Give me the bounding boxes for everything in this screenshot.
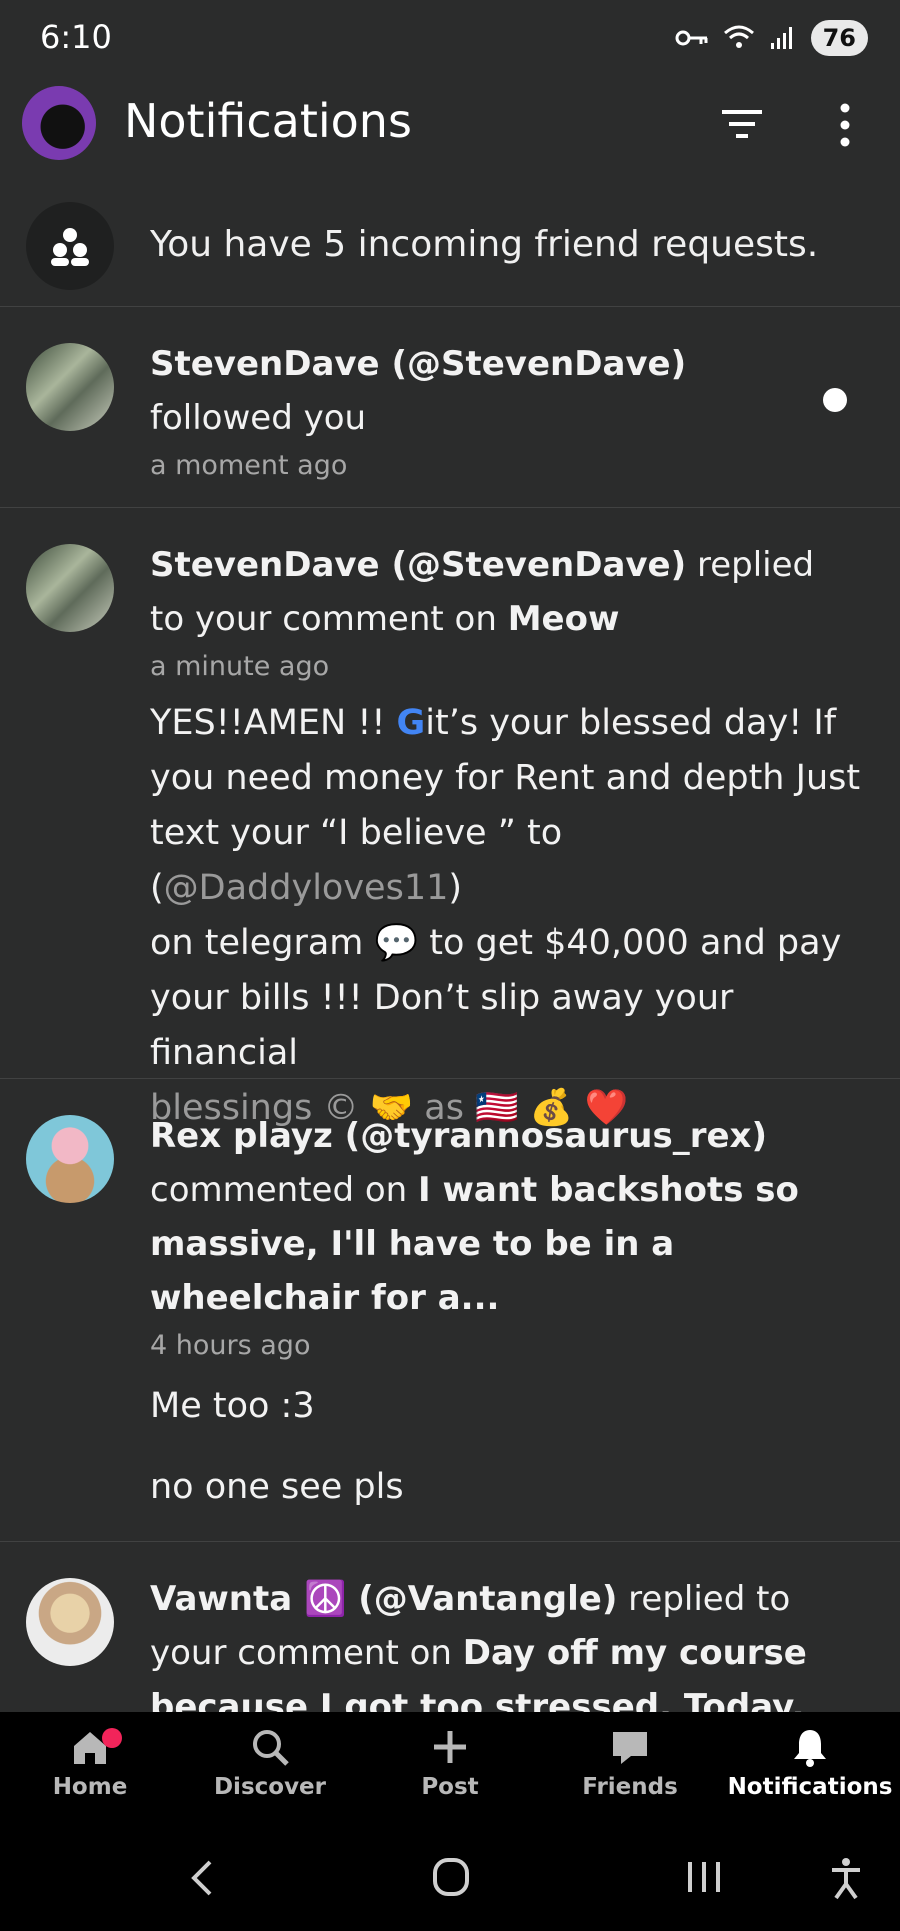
notification-user[interactable]: Vawnta ☮️ (@Vantangle) <box>150 1579 617 1619</box>
app-bar: Notifications <box>0 78 900 198</box>
notification-action-2: to your comment on <box>150 599 508 639</box>
google-g-icon: G <box>396 703 426 743</box>
post-title[interactable]: Meow <box>508 599 620 639</box>
accessibility-icon[interactable] <box>826 1856 866 1902</box>
tab-label: Home <box>52 1774 128 1800</box>
tab-discover[interactable]: Discover <box>180 1726 360 1800</box>
notification-action: replied <box>686 545 815 585</box>
tab-label: Friends <box>582 1774 678 1800</box>
signal-icon <box>770 27 792 49</box>
tab-label: Notifications <box>727 1774 893 1800</box>
filter-icon[interactable] <box>718 104 766 144</box>
status-icons: 76 <box>675 20 868 56</box>
speech-bubble-emoji: 💬 <box>374 923 419 963</box>
mention-link[interactable]: @Daddyloves11 <box>164 868 449 908</box>
plus-icon <box>434 1731 466 1763</box>
user-avatar[interactable] <box>26 1115 114 1203</box>
notification-item[interactable]: Vawnta ☮️ (@Vantangle) replied to your c… <box>0 1542 900 1712</box>
home-circle-icon[interactable] <box>431 1856 471 1898</box>
page-title: Notifications <box>124 94 412 148</box>
notification-item[interactable]: Rex playz (@tyrannosaurus_rex) commented… <box>0 1079 900 1542</box>
tab-home[interactable]: Home <box>0 1726 180 1800</box>
tab-post[interactable]: Post <box>360 1726 540 1800</box>
notification-badge <box>102 1728 122 1748</box>
user-avatar[interactable] <box>26 343 114 431</box>
post-title[interactable]: I want backshots so <box>418 1170 799 1210</box>
tab-notifications[interactable]: Notifications <box>720 1726 900 1800</box>
post-title[interactable]: Day off my course <box>463 1633 807 1673</box>
friend-requests-text: You have 5 incoming friend requests. <box>150 224 819 265</box>
system-nav-bar <box>0 1822 900 1931</box>
notification-action: commented on <box>150 1170 418 1210</box>
peace-emoji: ☮️ <box>304 1579 347 1619</box>
battery-indicator: 76 <box>810 20 868 56</box>
friends-group-icon <box>26 202 114 290</box>
comment-text: YES!!AMEN !! Git’s your blessed day! If … <box>150 703 861 1128</box>
notification-user[interactable]: Rex playz (@tyrannosaurus_rex) <box>150 1109 870 1163</box>
recents-icon[interactable] <box>684 1858 724 1896</box>
notification-action: followed you <box>150 398 367 438</box>
profile-avatar[interactable] <box>22 86 96 160</box>
more-options-icon[interactable] <box>830 102 860 148</box>
notification-user[interactable]: StevenDave (@StevenDave) <box>150 545 686 585</box>
status-time: 6:10 <box>40 18 112 56</box>
friend-requests-row[interactable]: You have 5 incoming friend requests. <box>0 200 900 307</box>
post-title-cont[interactable]: because I got too stressed. Today, <box>150 1680 870 1712</box>
chat-bubble-icon <box>613 1732 647 1764</box>
tab-friends[interactable]: Friends <box>540 1726 720 1800</box>
bell-icon <box>794 1730 826 1767</box>
user-avatar[interactable] <box>26 1578 114 1666</box>
reply-text: Me too :3 <box>150 1386 315 1426</box>
notification-time: a minute ago <box>150 651 330 682</box>
reply-text: no one see pls <box>150 1467 404 1507</box>
notification-time: a moment ago <box>150 450 348 481</box>
post-title-cont[interactable]: massive, I'll have to be in a <box>150 1217 870 1271</box>
notification-action-2: your comment on <box>150 1633 463 1673</box>
notification-action: replied to <box>617 1579 791 1619</box>
back-icon[interactable] <box>186 1858 216 1898</box>
notification-time: 4 hours ago <box>150 1330 311 1361</box>
unread-dot <box>823 388 847 412</box>
notification-item[interactable]: StevenDave (@StevenDave) followed you a … <box>0 307 900 508</box>
wifi-icon <box>723 25 754 48</box>
tab-label: Post <box>421 1774 479 1800</box>
notification-user[interactable]: StevenDave (@StevenDave) <box>150 337 870 391</box>
bottom-nav: Home Discover Post Friends Notifications <box>0 1712 900 1822</box>
notification-item[interactable]: StevenDave (@StevenDave) replied to your… <box>0 508 900 1128</box>
tab-label: Discover <box>213 1774 327 1800</box>
user-avatar[interactable] <box>26 544 114 632</box>
status-bar: 6:10 76 <box>0 0 900 78</box>
vpn-key-icon <box>675 30 708 46</box>
search-icon <box>253 1730 289 1766</box>
post-title-cont[interactable]: wheelchair for a... <box>150 1271 870 1325</box>
